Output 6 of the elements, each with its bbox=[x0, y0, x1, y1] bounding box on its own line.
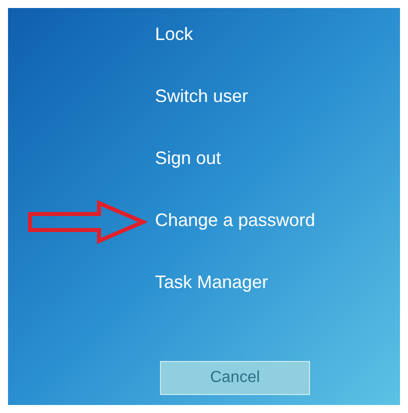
menu-item[interactable]: Change a password bbox=[155, 208, 316, 232]
menu-item[interactable]: Lock bbox=[155, 22, 194, 46]
menu-item[interactable]: Switch user bbox=[155, 84, 248, 108]
menu-item[interactable]: Task Manager bbox=[155, 270, 268, 294]
menu-item[interactable]: Sign out bbox=[155, 146, 222, 170]
cancel-button[interactable]: Cancel bbox=[160, 361, 310, 395]
